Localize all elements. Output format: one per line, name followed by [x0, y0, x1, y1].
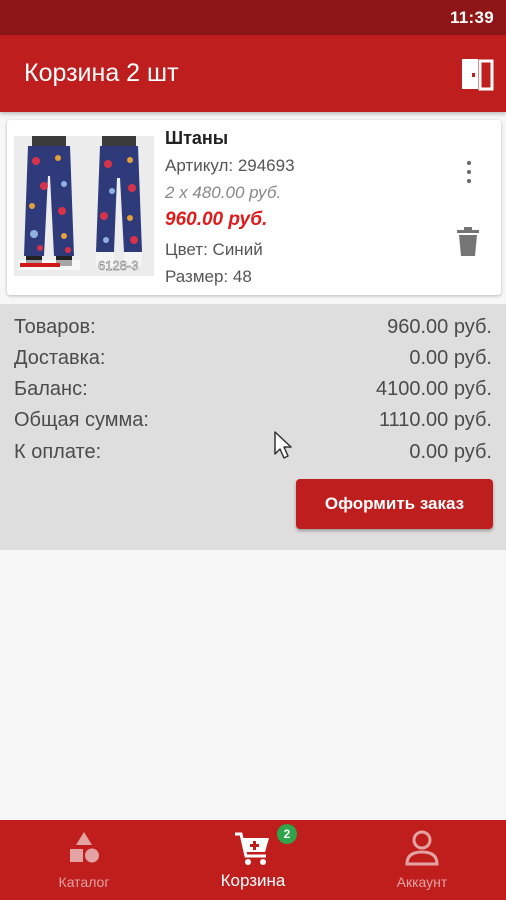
product-sku: Артикул: 294693 — [165, 156, 295, 175]
nav-label: Каталог — [58, 874, 110, 890]
nav-label: Аккаунт — [396, 874, 448, 890]
nav-label: Корзина — [220, 871, 286, 890]
summary-row-delivery: Доставка: 0.00 руб. — [14, 347, 492, 377]
summary-row-items: Товаров: 960.00 руб. — [14, 316, 492, 346]
product-name: Штаны — [165, 128, 229, 148]
app-bar: Корзина 2 шт — [0, 35, 506, 112]
person-icon — [405, 830, 439, 866]
product-photo-front[interactable] — [14, 136, 84, 276]
summary-value: 4100.00 руб. — [376, 378, 492, 400]
shapes-icon — [70, 832, 99, 863]
page-title: Корзина 2 шт — [24, 59, 179, 87]
logout-button[interactable] — [454, 53, 498, 93]
cart-add-icon — [235, 832, 269, 865]
order-summary: Товаров: 960.00 руб. Доставка: 0.00 руб.… — [0, 304, 506, 550]
summary-row-balance: Баланс: 4100.00 руб. — [14, 378, 492, 408]
summary-value: 0.00 руб. — [409, 347, 492, 369]
summary-label: Баланс: — [14, 378, 88, 400]
summary-label: Товаров: — [14, 316, 96, 338]
summary-row-to-pay: К оплате: 0.00 руб. — [14, 441, 492, 471]
summary-label: К оплате: — [14, 441, 102, 463]
summary-value: 0.00 руб. — [409, 441, 492, 463]
checkout-button[interactable]: Оформить заказ — [296, 479, 493, 529]
summary-row-total: Общая сумма: 1110.00 руб. — [14, 409, 492, 439]
delete-item-button[interactable] — [455, 226, 481, 258]
summary-label: Доставка: — [14, 347, 106, 369]
mouse-cursor-icon — [274, 431, 292, 459]
status-time: 11:39 — [449, 8, 494, 27]
product-size: Размер: 48 — [165, 267, 252, 286]
summary-value: 960.00 руб. — [387, 316, 492, 338]
trash-icon — [457, 227, 479, 256]
product-color: Цвет: Синий — [165, 240, 263, 259]
product-photo-side[interactable]: 6128-3 — [84, 136, 154, 276]
more-vert-icon[interactable] — [459, 158, 479, 186]
status-bar: 11:39 — [0, 0, 506, 35]
cart-item-card[interactable]: 6128-3 Штаны Артикул: 294693 2 x 480.00 … — [7, 120, 501, 295]
product-total-price: 960.00 руб. — [165, 209, 268, 230]
photo-caption: 6128-3 — [98, 258, 138, 273]
product-quantity-price: 2 x 480.00 руб. — [165, 183, 282, 202]
bottom-navigation: Каталог 2 Корзина Аккаунт — [0, 820, 506, 900]
summary-value: 1110.00 руб. — [378, 409, 492, 431]
nav-item-account[interactable]: Аккаунт — [338, 820, 506, 900]
summary-label: Общая сумма: — [14, 409, 149, 431]
cart-count-badge: 2 — [277, 824, 297, 844]
door-exit-icon — [462, 59, 494, 91]
nav-item-catalog[interactable]: Каталог — [0, 820, 168, 900]
nav-item-cart[interactable]: 2 Корзина — [169, 820, 337, 900]
